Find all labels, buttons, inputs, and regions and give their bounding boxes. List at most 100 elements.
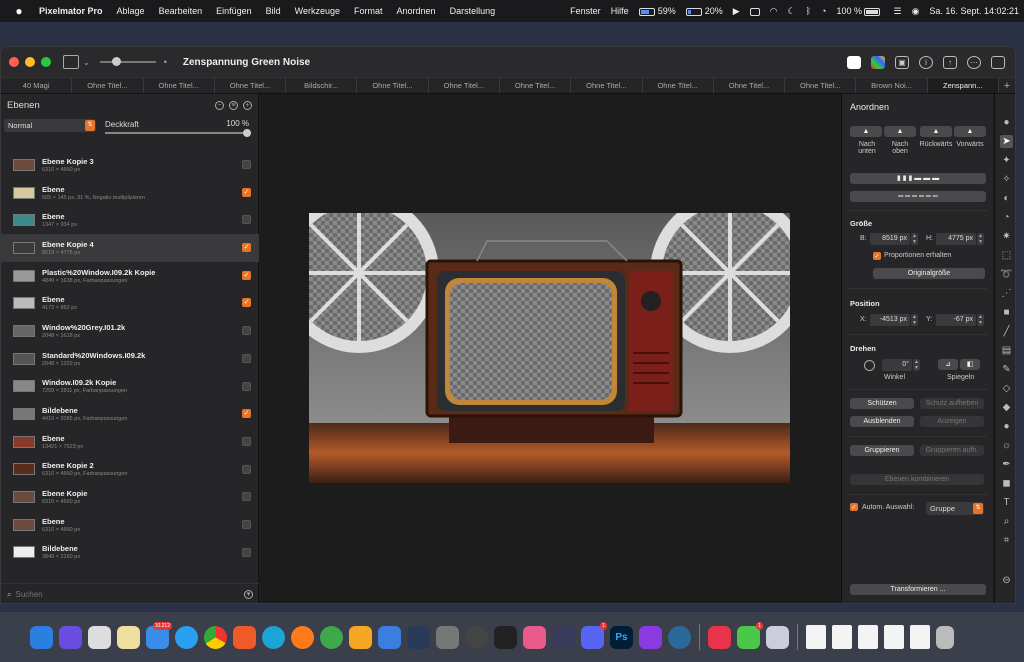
layer-row[interactable]: Ebene Kopie 2 6316 × 4660 px, Farbanpassu… [1,456,259,484]
arrow-tool-icon[interactable]: ➤ [1000,135,1013,148]
play-icon[interactable]: ▶ [728,6,745,17]
lasso-tool-icon[interactable]: ➰ [1000,268,1013,281]
moon-icon[interactable]: ☾ [783,6,801,17]
chrome-icon[interactable] [204,625,227,649]
eraser-tool-icon[interactable]: ◇ [1000,382,1013,395]
tab[interactable]: Brown Noi... [856,78,928,93]
document-icon[interactable] [910,625,930,649]
battery-status-3[interactable]: 100 % [831,6,888,16]
discord-icon[interactable]: 1 [581,621,607,649]
layer-row[interactable]: Ebene 4173 × 852 px ✓ [1,289,259,317]
layer-visibility-checkbox[interactable] [242,381,251,391]
filter-icon[interactable]: ▾ [244,590,253,599]
layer-row[interactable]: Standard%20Windows.I09.2k 2048 × 1329 px [1,345,259,373]
height-stepper[interactable]: ▲ ▼ [977,233,984,245]
photoshop-icon[interactable]: Ps [610,625,633,649]
menu-item-einfuegen[interactable]: Einfügen [209,6,259,16]
podcasts-icon[interactable] [639,625,662,649]
search-input[interactable]: Suchen [15,590,42,599]
layer-row[interactable]: Ebene Kopie 4 8519 × 4775 px ✓ [1,234,259,262]
shape-tool-icon[interactable]: ■ [1000,306,1013,319]
share-icon[interactable]: ↑ [943,55,957,69]
app-icon-gray[interactable] [436,625,459,649]
width-stepper[interactable]: ▲ ▼ [911,233,918,245]
effects-tool-icon[interactable]: ✧ [1000,173,1013,186]
close-button[interactable] [9,57,19,67]
inspector-toggle-icon[interactable] [991,55,1005,69]
pen-tool-icon[interactable]: ✒ [1000,458,1013,471]
keynote-icon[interactable] [378,625,401,649]
tab[interactable]: Ohne Titel... [144,78,215,93]
align-row-1[interactable]: ▮ ▮ ▮ ▬ ▬ ▬ [850,173,986,184]
tab[interactable]: Ohne Titel... [500,78,572,93]
gradient-tool-icon[interactable]: ▤ [1000,344,1013,357]
color-swatch-icon[interactable] [847,55,861,69]
angle-field[interactable]: 0° [882,359,912,371]
layer-visibility-checkbox[interactable] [242,547,251,557]
new-tab-button[interactable]: + [999,78,1015,93]
transform-button[interactable]: Transformieren ... [850,584,986,595]
headphones-icon[interactable]: ◠ [765,6,783,17]
menu-item-hilfe[interactable]: Hilfe [606,6,634,16]
retouch-tool-icon[interactable]: ✷ [1000,230,1013,243]
davinci-icon[interactable] [552,625,575,649]
app-icon-2[interactable] [59,625,82,649]
layer-visibility-checkbox[interactable]: ✓ [242,270,251,280]
menu-item-darstellung[interactable]: Darstellung [443,6,503,16]
tab[interactable]: Ohne Titel... [571,78,643,93]
layers-stack-icon[interactable]: ≡ [229,100,238,110]
angle-stepper[interactable]: ▲ ▼ [913,359,920,371]
tab[interactable]: Ohne Titel... [643,78,714,93]
document-icon[interactable] [858,625,878,649]
width-field[interactable]: 8519 px [870,233,910,245]
tab[interactable]: Ohne Titel... [429,78,500,93]
layer-row[interactable]: Ebene Kopie 6316 × 4660 px [1,483,259,511]
menu-item-anordnen[interactable]: Anordnen [390,6,443,16]
more-tools-icon[interactable]: ⊖ [1000,574,1013,587]
y-field[interactable]: -67 px [936,314,976,326]
clock[interactable]: Sa. 16. Sept. 14:02:21 [924,6,1024,16]
tab[interactable]: Ohne Titel... [785,78,857,93]
layer-row[interactable]: Ebene 13421 × 7523 px [1,428,259,456]
color-adjust-icon[interactable]: ◐ [1000,192,1013,205]
layer-visibility-checkbox[interactable] [242,492,251,502]
document-icon[interactable] [806,625,826,649]
apple-icon[interactable]: ● [12,4,26,18]
brave-icon[interactable] [233,625,256,649]
bluetooth-icon[interactable]: ᛒ [801,6,816,16]
send-to-back-button[interactable]: ▲ [920,126,952,137]
original-size-button[interactable]: Originalgröße [873,268,985,279]
opacity-control[interactable]: Deckkraft 100 % [105,119,255,137]
align-row-2[interactable]: ═ ═ ═ ═ ═ ═ [850,191,986,202]
blend-mode-select[interactable]: Normal ⇅ [4,119,96,132]
tab[interactable]: Ohne Titel... [215,78,287,93]
style-tool-icon[interactable]: ✦ [1000,154,1013,167]
menu-app-name[interactable]: Pixelmator Pro [32,6,110,16]
display-icon[interactable] [745,6,765,16]
layer-row[interactable]: Bildebene 4410 × 2085 px, Farbanpassungen… [1,400,259,428]
layer-visibility-checkbox[interactable] [242,436,251,446]
layer-visibility-checkbox[interactable] [242,464,251,474]
remove-layer-icon[interactable]: − [215,100,224,110]
crop-tool-icon[interactable]: ⌗ [1000,534,1013,547]
messages-icon[interactable]: 1 [737,621,763,649]
layer-visibility-checkbox[interactable]: ✓ [242,187,251,197]
menu-item-format[interactable]: Format [347,6,390,16]
brush-tool-icon[interactable]: ╱ [1000,325,1013,338]
light-tool-icon[interactable]: ☼ [1000,439,1013,452]
fill-tool-icon[interactable]: ◆ [1000,401,1013,414]
chevron-down-icon[interactable]: ⌄ [83,58,90,67]
shapes-tool-icon[interactable]: ◼ [1000,477,1013,490]
color-palette-icon[interactable] [871,55,885,69]
safari-icon[interactable] [175,625,198,649]
layer-visibility-checkbox[interactable] [242,160,251,169]
zoom-button[interactable] [41,57,51,67]
document-icon[interactable] [832,625,852,649]
layer-row[interactable]: Ebene 1347 × 934 px [1,206,259,234]
add-layer-icon[interactable]: + [243,100,252,110]
color-picker-icon[interactable]: ● [1000,116,1013,129]
control-center-icon[interactable]: ☰ [888,6,906,17]
app-icon-green[interactable] [320,625,343,649]
image-icon[interactable]: ▣ [895,55,909,69]
canvas-image[interactable] [309,213,790,483]
